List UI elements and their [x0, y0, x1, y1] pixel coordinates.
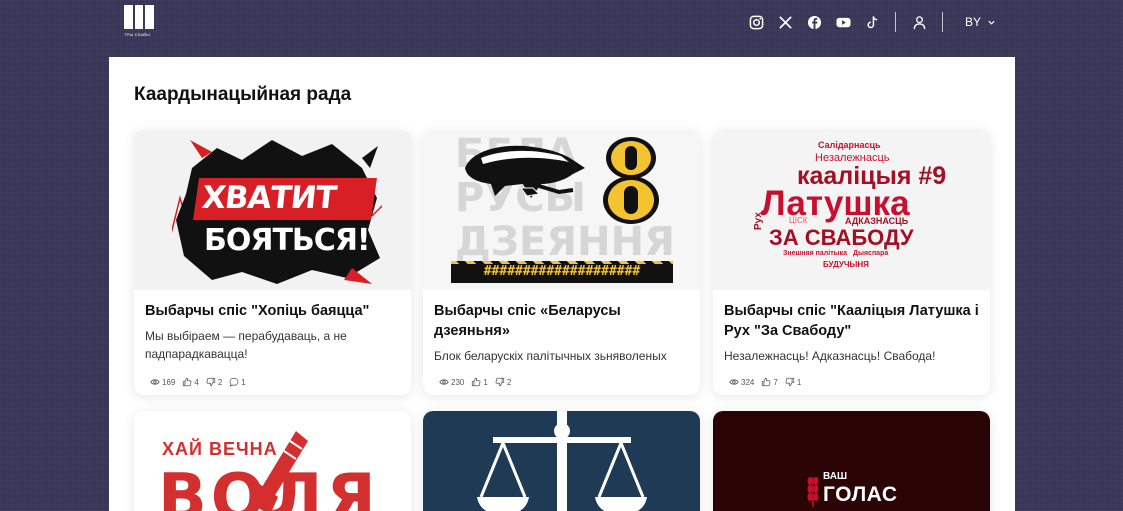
comments-stat[interactable]: 1: [229, 377, 246, 387]
user-icon[interactable]: [911, 14, 927, 30]
likes-stat[interactable]: 7: [761, 377, 778, 387]
word-diaspora: Дыяспара: [853, 250, 889, 257]
card-khopits-bayatstsa[interactable]: ХВАТИТ БОЯТЬСЯ! Выбарчы спіс "Хопіць бая…: [134, 130, 411, 395]
divider: [942, 12, 943, 32]
chevron-down-icon: [988, 20, 995, 25]
tiktok-icon[interactable]: [864, 14, 880, 30]
card-vash-golas[interactable]: ВАШ ГОЛАС: [713, 411, 990, 511]
thumbs-down-icon: [495, 377, 504, 387]
word-rukh: Рух: [753, 212, 764, 230]
card-stats: 169 4 2 1: [150, 377, 253, 387]
image-text-line2: БОЯТЬСЯ!: [204, 223, 371, 258]
thumbs-up-icon: [762, 377, 771, 387]
header-nav: BY: [748, 12, 996, 32]
word-solidarity: Салідарнасць: [818, 140, 881, 150]
number-eight-graphic: [603, 137, 659, 224]
facebook-icon[interactable]: [806, 14, 822, 30]
logo-mark: [124, 5, 155, 29]
card-image: БЕЛА РУСЫ ДЗЕЯННЯ ####################: [423, 130, 700, 290]
card-image: [423, 411, 700, 511]
card-kaalitsyya-latushka[interactable]: Салідарнасць Незалежнасць кааліцыя #9 Ла…: [713, 130, 990, 395]
wheat-icon: [807, 477, 819, 507]
card-image: Салідарнасць Незалежнасць кааліцыя #9 Ла…: [713, 130, 990, 290]
instagram-icon[interactable]: [748, 14, 764, 30]
image-text-line2: ГОЛАС: [823, 483, 898, 506]
card-stats: 324 7 1: [729, 377, 808, 387]
eye-icon: [150, 379, 160, 385]
likes-stat[interactable]: 4: [182, 377, 199, 387]
views-stat: 230: [439, 377, 464, 387]
comment-icon: [229, 377, 239, 387]
site-logo[interactable]: ТРЫ СЛАЙЫ: [124, 5, 155, 39]
eye-icon: [729, 379, 739, 385]
badger-graphic: [465, 145, 585, 198]
views-stat: 169: [150, 377, 175, 387]
likes-stat[interactable]: 1: [471, 377, 488, 387]
views-stat: 324: [729, 377, 754, 387]
dislikes-stat[interactable]: 1: [785, 377, 801, 387]
fist-graphic: [250, 431, 308, 511]
card-image: ВАШ ГОЛАС: [713, 411, 990, 511]
word-foreign-policy: Знешняя палітыка: [783, 250, 847, 257]
divider: [895, 12, 896, 32]
card-description: Незалежнасць! Адказнасць! Свабода!: [724, 349, 936, 363]
eye-icon: [439, 379, 449, 385]
card-image: ХВАТИТ БОЯТЬСЯ!: [134, 130, 411, 290]
word-za-svabodu: ЗА СВАБОДУ: [769, 225, 914, 250]
section-title: Каардынацыйная рада: [134, 84, 352, 105]
logo-text: ТРЫ СЛАЙЫ: [124, 32, 151, 37]
language-switcher[interactable]: BY: [965, 15, 996, 29]
card-description: Блок беларускіх палітычных зьняволеных: [434, 349, 667, 363]
image-text-line1: ХВАТИТ: [200, 180, 338, 216]
youtube-icon[interactable]: [835, 14, 851, 30]
card-title[interactable]: Выбарчы спіс "Кааліцыя Латушка і Рух "За…: [724, 301, 979, 341]
dislikes-stat[interactable]: 2: [206, 377, 222, 387]
card-justice-scales[interactable]: [423, 411, 700, 511]
image-text-line1: ВАШ: [823, 471, 847, 482]
card-khai-vechna-volya[interactable]: ХАЙ ВЕЧНА ВОЛЯ: [134, 411, 411, 511]
card-title[interactable]: Выбарчы спіс "Хопіць баяцца": [145, 301, 400, 321]
hash-bar: ####################: [451, 261, 673, 283]
card-stats: 230 1 2: [439, 377, 518, 387]
thumbs-down-icon: [785, 377, 794, 387]
content-panel: Каардынацыйная рада ХВАТИТ БОЯТЬСЯ! Выба…: [109, 57, 1015, 511]
card-title[interactable]: Выбарчы спіс «Беларусы дзеяньня»: [434, 301, 689, 341]
language-label: BY: [965, 15, 982, 29]
thumbs-up-icon: [183, 377, 192, 387]
thumbs-down-icon: [206, 377, 215, 387]
card-image: ХАЙ ВЕЧНА ВОЛЯ: [134, 411, 411, 511]
thumbs-up-icon: [472, 377, 481, 387]
x-icon[interactable]: [777, 14, 793, 30]
dislikes-stat[interactable]: 2: [495, 377, 511, 387]
word-future: БУДУЧЫНЯ: [823, 260, 869, 269]
scales-icon: [477, 411, 647, 511]
word-tsisk: ЦІСК: [789, 216, 808, 225]
card-belarusy-dzeyannya[interactable]: БЕЛА РУСЫ ДЗЕЯННЯ ####################: [423, 130, 700, 395]
card-description: Мы выбіраем — перабудаваць, а не падпара…: [145, 329, 347, 361]
